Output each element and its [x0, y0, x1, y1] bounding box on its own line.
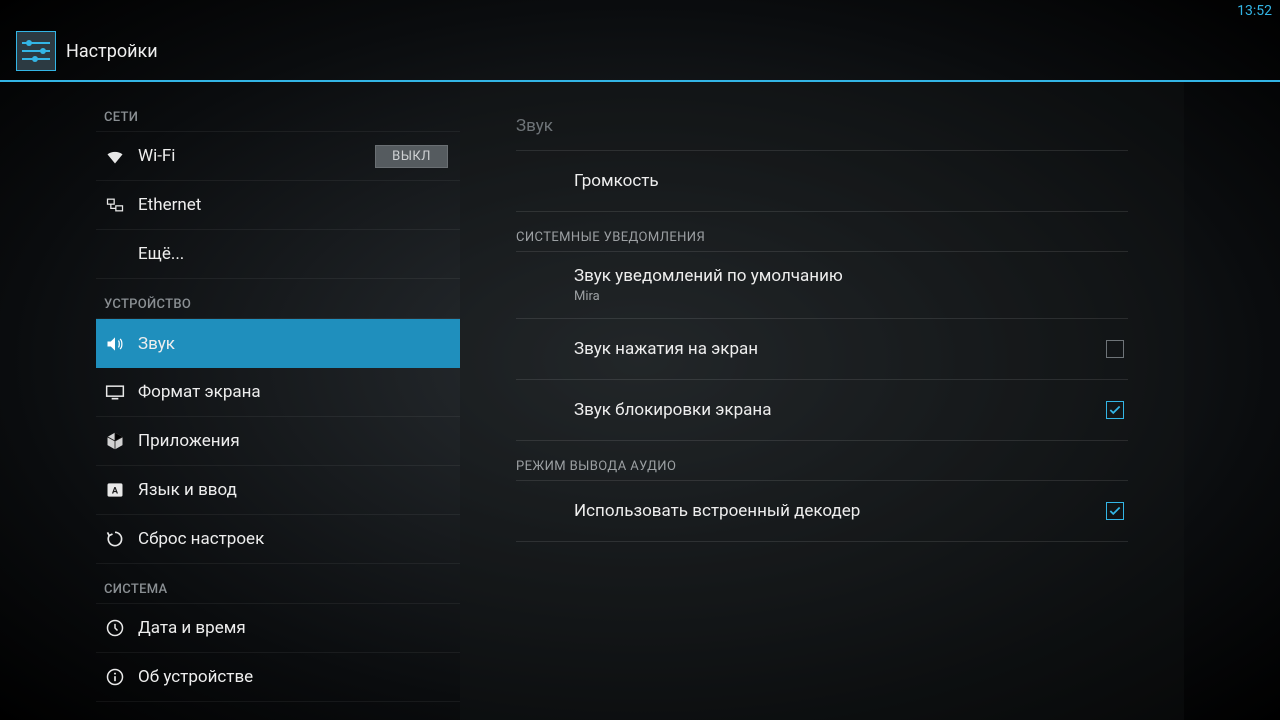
sidebar-item-apps[interactable]: Приложения: [96, 417, 460, 466]
clock-icon: [104, 617, 126, 639]
wifi-icon: [104, 145, 126, 167]
display-icon: [104, 381, 126, 403]
sidebar-item-label: Формат экрана: [138, 382, 261, 402]
sidebar-item-label: Ещё...: [138, 244, 184, 264]
settings-app-icon: [16, 31, 56, 71]
section-system-notifications: СИСТЕМНЫЕ УВЕДОМЛЕНИЯ: [516, 212, 1128, 252]
sound-icon: [104, 333, 126, 355]
sidebar-item-label: Приложения: [138, 431, 240, 451]
sidebar-item-more[interactable]: Ещё...: [96, 230, 460, 279]
svg-text:A: A: [112, 486, 119, 496]
sidebar-item-label: Wi-Fi: [138, 146, 175, 166]
setting-sub-label: Mira: [574, 289, 600, 304]
section-device: УСТРОЙСТВО: [96, 279, 460, 319]
section-audio-out: РЕЖИМ ВЫВОДА АУДИО: [516, 441, 1128, 481]
sidebar-item-wifi[interactable]: Wi-Fi ВЫКЛ: [96, 132, 460, 181]
sidebar-item-language[interactable]: A Язык и ввод: [96, 466, 460, 515]
setting-label: Звук нажатия на экран: [574, 339, 1106, 359]
ethernet-icon: [104, 194, 126, 216]
checkbox-builtin-decoder[interactable]: [1106, 502, 1124, 520]
setting-label: Использовать встроенный декодер: [574, 501, 1106, 521]
details-panel: Звук Громкость СИСТЕМНЫЕ УВЕДОМЛЕНИЯ Зву…: [460, 82, 1184, 720]
info-icon: [104, 666, 126, 688]
page-title: Настройки: [66, 41, 158, 62]
blank-icon: [104, 243, 126, 265]
clock-label: 13:52: [1237, 3, 1272, 19]
sidebar-item-datetime[interactable]: Дата и время: [96, 604, 460, 653]
sidebar-item-label: Сброс настроек: [138, 529, 264, 549]
details-title: Звук: [516, 98, 1128, 151]
setting-label: Звук блокировки экрана: [574, 400, 1106, 420]
setting-touch-sound[interactable]: Звук нажатия на экран: [516, 319, 1128, 380]
sidebar-item-label: Дата и время: [138, 618, 246, 638]
sidebar-item-about[interactable]: Об устройстве: [96, 653, 460, 702]
checkbox-touch-sound[interactable]: [1106, 340, 1124, 358]
status-bar: 13:52: [0, 0, 1280, 22]
setting-volume[interactable]: Громкость: [516, 151, 1128, 212]
wifi-toggle[interactable]: ВЫКЛ: [375, 145, 448, 168]
sidebar-item-label: Об устройстве: [138, 667, 253, 687]
reset-icon: [104, 528, 126, 550]
sidebar-item-label: Язык и ввод: [138, 480, 237, 500]
settings-sidebar: СЕТИ Wi-Fi ВЫКЛ Ethernet Ещё... УСТРОЙСТ…: [0, 82, 460, 720]
setting-default-notification[interactable]: Звук уведомлений по умолчанию Mira: [516, 252, 1128, 319]
setting-label: Громкость: [574, 171, 1128, 191]
sidebar-item-reset[interactable]: Сброс настроек: [96, 515, 460, 564]
action-bar: Настройки: [0, 22, 1280, 82]
checkbox-lock-sound[interactable]: [1106, 401, 1124, 419]
language-icon: A: [104, 479, 126, 501]
setting-builtin-decoder[interactable]: Использовать встроенный декодер: [516, 481, 1128, 542]
apps-icon: [104, 430, 126, 452]
sidebar-item-label: Ethernet: [138, 195, 201, 215]
sidebar-item-label: Звук: [138, 334, 175, 354]
setting-lock-sound[interactable]: Звук блокировки экрана: [516, 380, 1128, 441]
sidebar-item-ethernet[interactable]: Ethernet: [96, 181, 460, 230]
sidebar-item-sound[interactable]: Звук: [96, 319, 460, 368]
setting-label: Звук уведомлений по умолчанию: [574, 266, 843, 286]
sidebar-item-display[interactable]: Формат экрана: [96, 368, 460, 417]
section-system: СИСТЕМА: [96, 564, 460, 604]
section-networks: СЕТИ: [96, 92, 460, 132]
